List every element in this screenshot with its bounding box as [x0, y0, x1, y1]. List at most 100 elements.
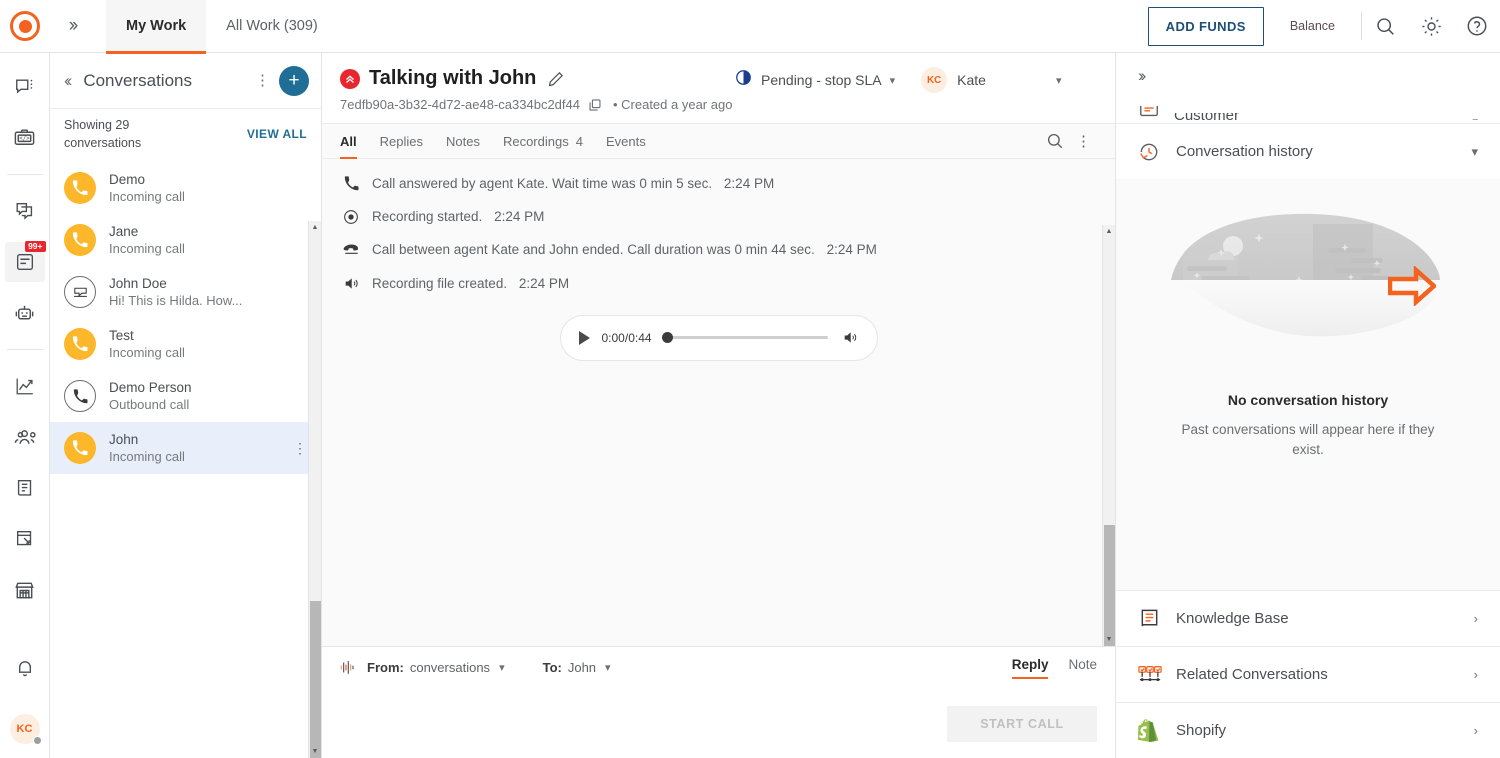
rail-item-storefront[interactable]: [5, 570, 45, 610]
conversation-id: 7edfb90a-3b32-4d72-ae48-ca334bc2df44: [340, 97, 580, 112]
inbox-badge: 99+: [25, 241, 46, 253]
list-item[interactable]: John Doe Hi! This is Hilda. How...: [50, 266, 321, 318]
history-icon: [1138, 141, 1162, 163]
context-section-shopify[interactable]: Shopify ›: [1116, 702, 1500, 758]
list-item-name: Demo Person: [109, 380, 192, 396]
audio-knob[interactable]: [661, 332, 673, 344]
tab-all-label: All: [340, 133, 357, 149]
audio-attachment: 0:00/0:44: [340, 314, 1097, 361]
tab-all-work[interactable]: All Work (309): [206, 0, 338, 53]
list-item[interactable]: Demo Incoming call: [50, 162, 321, 214]
conversation-actions-chevron-down-icon[interactable]: ▾: [1056, 74, 1062, 87]
collapse-panel-button[interactable]: ››: [1116, 53, 1500, 99]
tab-recordings-count: 4: [575, 133, 583, 149]
list-item-name: Demo: [109, 172, 146, 188]
tab-events[interactable]: Events: [606, 123, 646, 159]
status-label: Pending - stop SLA: [761, 72, 882, 88]
expand-nav-button[interactable]: ››: [50, 15, 94, 37]
rail-item-reports[interactable]: [5, 519, 45, 559]
scroll-down-arrow[interactable]: ▼: [309, 745, 321, 758]
list-item[interactable]: Jane Incoming call: [50, 214, 321, 266]
kebab-menu-icon[interactable]: ⋮: [285, 441, 307, 455]
tab-recordings[interactable]: Recordings 4: [503, 123, 583, 159]
phone-incoming-icon: [64, 432, 96, 465]
search-icon[interactable]: [1362, 0, 1408, 53]
conversations-scrollbar[interactable]: ▲ ▼: [308, 221, 321, 758]
list-item-preview: Incoming call: [109, 449, 185, 465]
rail-item-copy-conversation[interactable]: [5, 191, 45, 231]
rail-item-bot[interactable]: [5, 293, 45, 333]
start-call-button[interactable]: START CALL: [947, 706, 1097, 742]
empty-state-subtitle: Past conversations will appear here if t…: [1181, 422, 1435, 457]
rail-item-inbox[interactable]: 99+: [4, 241, 46, 282]
rail-item-contacts[interactable]: [5, 417, 45, 457]
feed-event: Call answered by agent Kate. Wait time w…: [340, 175, 1097, 193]
reports-icon: [16, 530, 31, 546]
list-item-selected[interactable]: John Incoming call ⋮: [50, 422, 321, 475]
chevron-double-right-icon: ››: [1138, 66, 1147, 85]
assignee-selector[interactable]: KC Kate: [921, 67, 986, 93]
rail-item-chat[interactable]: [5, 67, 45, 107]
search-icon[interactable]: [1040, 132, 1070, 150]
tab-note[interactable]: Note: [1068, 657, 1097, 679]
play-icon[interactable]: [578, 330, 590, 345]
context-section-customer-partial[interactable]: Customer ▾: [1116, 99, 1500, 123]
tab-my-work[interactable]: My Work: [106, 0, 207, 54]
chevron-double-left-icon[interactable]: ‹‹: [64, 71, 73, 91]
list-item-name: Test: [109, 328, 134, 344]
feed-scrollbar[interactable]: ▲ ▼: [1102, 225, 1115, 675]
composer-mode-tabs: Reply Note: [992, 657, 1097, 679]
help-icon[interactable]: [1454, 0, 1500, 53]
list-item[interactable]: Demo Person Outbound call: [50, 370, 321, 422]
audio-progress-slider[interactable]: [661, 331, 828, 345]
context-section-conversation-history[interactable]: Conversation history ▾: [1116, 123, 1500, 179]
add-funds-button[interactable]: ADD FUNDS: [1147, 6, 1264, 46]
brightness-icon[interactable]: [1408, 0, 1454, 53]
status-selector[interactable]: Pending - stop SLA ▾: [735, 69, 895, 91]
divider: [6, 174, 43, 175]
phone-icon: [340, 175, 362, 191]
tab-my-work-label: My Work: [126, 18, 187, 34]
feed-event: Recording started. 2:24 PM: [340, 208, 1097, 226]
volume-icon[interactable]: [842, 330, 859, 345]
conversation-list: Demo Incoming call Jane Incoming call Jo…: [50, 162, 321, 758]
rail-item-knowledge[interactable]: [5, 468, 45, 508]
left-nav-rail: </> 99+ KC: [0, 53, 50, 758]
context-section-label: Related Conversations: [1176, 666, 1328, 683]
balance-label[interactable]: Balance: [1290, 19, 1335, 33]
tab-notes[interactable]: Notes: [446, 123, 480, 159]
context-section-related-conversations[interactable]: Related Conversations ›: [1116, 646, 1500, 702]
tab-reply[interactable]: Reply: [1011, 657, 1048, 679]
context-section-knowledge-base[interactable]: Knowledge Base ›: [1116, 590, 1500, 646]
book-icon: [1138, 607, 1162, 630]
scroll-up-arrow[interactable]: ▲: [1103, 225, 1115, 238]
bell-icon[interactable]: [5, 648, 45, 688]
chevron-down-icon: ▾: [889, 74, 896, 87]
divider: [6, 349, 43, 350]
conversations-panel: ‹‹ Conversations ⋮ + Showing 29 conversa…: [50, 53, 322, 758]
scroll-down-arrow[interactable]: ▼: [1103, 633, 1115, 646]
feed-event-time: 2:24 PM: [723, 176, 775, 191]
scroll-up-arrow[interactable]: ▲: [309, 221, 321, 234]
list-item[interactable]: Test Incoming call: [50, 318, 321, 370]
rail-item-developer[interactable]: </>: [5, 118, 45, 158]
kebab-menu-icon[interactable]: ⋮: [1070, 132, 1097, 150]
rail-item-analytics[interactable]: [5, 366, 45, 406]
pencil-icon[interactable]: [547, 70, 565, 88]
analytics-icon: [16, 378, 33, 395]
view-all-button[interactable]: VIEW ALL: [247, 127, 307, 141]
audio-player[interactable]: 0:00/0:44: [559, 314, 878, 361]
from-selector[interactable]: From: conversations ▾: [367, 660, 505, 675]
tab-all[interactable]: All: [340, 123, 357, 159]
scroll-thumb[interactable]: [310, 601, 321, 758]
copy-icon[interactable]: [588, 98, 602, 112]
conversations-header: ‹‹ Conversations ⋮ +: [50, 53, 321, 108]
avatar[interactable]: KC: [9, 714, 42, 745]
to-selector[interactable]: To: John ▾: [543, 660, 611, 675]
kebab-menu-icon[interactable]: ⋮: [246, 73, 279, 88]
audio-wave-icon: [340, 660, 357, 675]
tab-replies[interactable]: Replies: [380, 123, 423, 159]
new-conversation-button[interactable]: +: [279, 65, 309, 96]
page-title: Talking with John: [369, 67, 537, 89]
app-logo[interactable]: [0, 11, 50, 41]
